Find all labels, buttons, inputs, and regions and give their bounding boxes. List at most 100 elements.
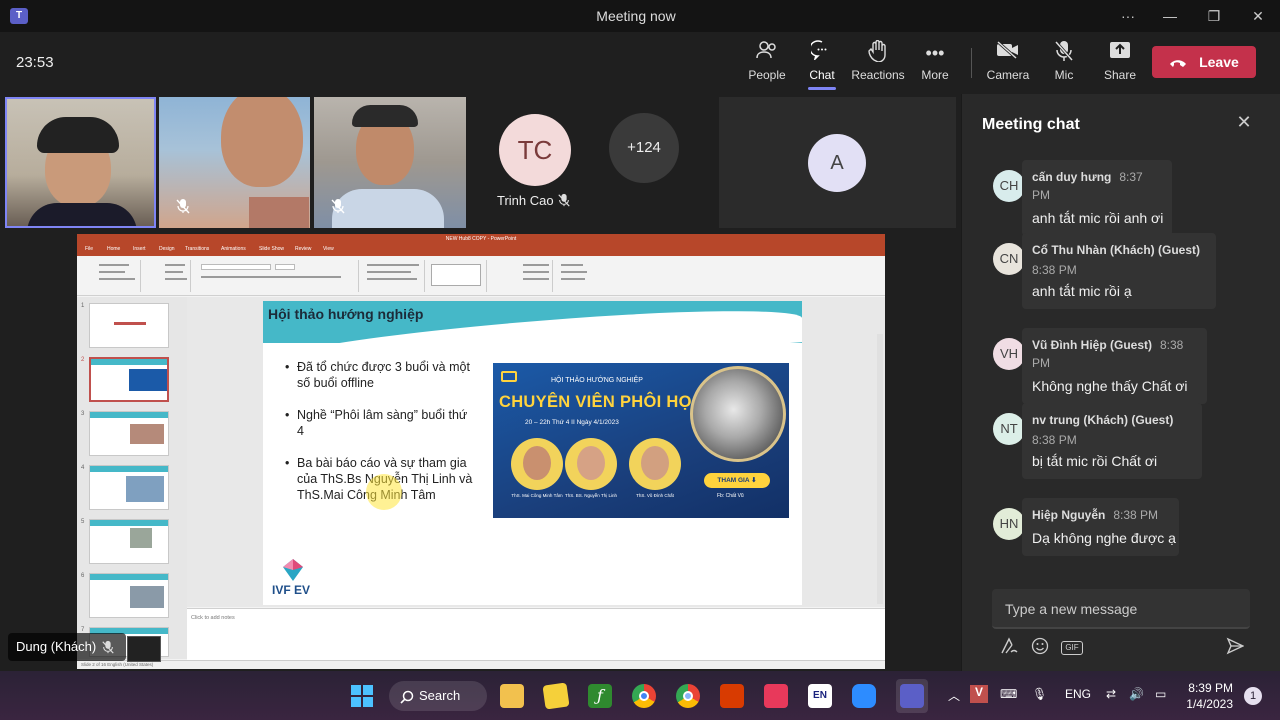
leave-button[interactable]: Leave	[1152, 46, 1256, 78]
battery-icon[interactable]: ▭	[1155, 687, 1166, 701]
system-clock[interactable]: 8:39 PM 1/4/2023	[1185, 680, 1233, 712]
embryo-image	[690, 366, 786, 462]
message-text: anh tắt mic rồi ạ	[1032, 283, 1132, 299]
poster-title: CHUYÊN VIÊN PHÔI HỌC	[499, 393, 704, 411]
chat-compose-box[interactable]: Type a new message	[992, 589, 1250, 629]
slide-thumbnail[interactable]	[89, 411, 169, 456]
video-tile-active-speaker[interactable]	[5, 97, 156, 228]
minimize-button[interactable]: —	[1152, 4, 1188, 28]
arrow-down-icon: ⬇	[751, 477, 757, 484]
people-icon	[737, 40, 797, 66]
message-bubble: Hiệp Nguyễn 8:38 PM Dạ không nghe được ạ	[1022, 498, 1179, 556]
message-bubble: nv trung (Khách) (Guest) 8:38 PM bị tắt …	[1022, 403, 1202, 479]
format-icon[interactable]	[998, 637, 1020, 657]
video-tile-participant[interactable]	[159, 97, 310, 228]
gif-icon[interactable]: GIF	[1061, 641, 1083, 655]
emoji-icon[interactable]	[1029, 637, 1051, 657]
app-tray-icon[interactable]: V	[970, 685, 988, 703]
camera-button[interactable]: Camera	[978, 40, 1038, 90]
close-window-button[interactable]: ✕	[1240, 4, 1276, 28]
windows-taskbar: Search ƒ EN ︿ V ⌨ 🎙 ENG ⇄ 🔊 ▭ 8:39 PM 1/…	[0, 671, 1280, 720]
chat-active-indicator	[808, 87, 836, 90]
more-options-icon[interactable]: ···	[1110, 4, 1146, 28]
people-button[interactable]: People	[737, 40, 797, 90]
meeting-timer: 23:53	[16, 54, 54, 71]
volume-icon[interactable]: 🔊	[1129, 687, 1144, 701]
more-icon: •••	[925, 43, 945, 63]
video-tile-participant[interactable]	[314, 97, 466, 228]
message-text: Dạ không nghe được ạ	[1032, 530, 1176, 546]
slide-thumbnail-selected[interactable]	[89, 357, 169, 402]
pp-tab: Slide Show	[259, 246, 285, 252]
facebook-handle: Fb: Chất Vũ	[717, 493, 744, 499]
teams-icon[interactable]	[900, 684, 924, 708]
zoom-icon[interactable]	[852, 684, 876, 708]
ribbon-group-arrange	[489, 260, 553, 292]
input-language[interactable]: ENG	[1065, 687, 1091, 701]
dictionary-app-icon[interactable]: EN	[808, 684, 832, 708]
avatar: VH	[993, 338, 1025, 370]
ribbon-group-clipboard	[81, 260, 141, 292]
photos-app-icon[interactable]	[764, 684, 788, 708]
message-bubble: cấn duy hưng 8:37 PM anh tắt mic rồi anh …	[1022, 160, 1172, 236]
mic-button[interactable]: Mic	[1034, 40, 1094, 90]
slide-thumbnails: 1 2 3 4 5 6 7	[77, 297, 187, 659]
compose-placeholder: Type a new message	[1005, 601, 1138, 617]
slide-number: 3	[81, 411, 85, 417]
participant-shirt	[27, 203, 137, 226]
chrome-icon[interactable]	[632, 684, 656, 708]
more-participants-button[interactable]: +124	[609, 113, 679, 183]
pp-tab: File	[85, 246, 94, 252]
meeting-chat-panel: Meeting chat ✕ CH cấn duy hưng 8:37 PM an…	[961, 94, 1280, 671]
slide-thumbnail[interactable]	[89, 573, 169, 618]
formula-app-icon[interactable]: ƒ	[588, 684, 612, 708]
microphone-icon[interactable]: 🎙	[1032, 687, 1047, 701]
ribbon-group-drawing-shapes	[427, 260, 487, 292]
notification-badge[interactable]: 1	[1244, 687, 1262, 705]
share-icon	[1090, 40, 1150, 66]
speaker-caption: ThS. Mai Công Minh Tâm	[511, 493, 563, 498]
poster-date: 20 – 22h Thứ 4 II Ngày 4/1/2023	[525, 419, 619, 426]
close-chat-icon[interactable]: ✕	[1234, 112, 1254, 132]
speaker-caption: ThS. BS. Nguyễn Thị Linh	[565, 493, 617, 498]
avatar: CN	[993, 243, 1025, 275]
slide-thumbnail[interactable]	[89, 303, 169, 348]
slide-thumbnail[interactable]	[89, 519, 169, 564]
slide-bullet: Nghề “Phôi lâm sàng” buổi thứ 4	[285, 407, 475, 439]
pp-tab: Animations	[221, 246, 246, 252]
powerpoint-title: NEW Hub8 COPY - PowerPoint	[77, 234, 885, 244]
powerpoint-ribbon-tabs: File Home Insert Design Transitions Anim…	[77, 244, 885, 256]
reactions-button[interactable]: Reactions	[848, 39, 908, 90]
notes-placeholder: Click to add notes	[191, 615, 235, 621]
keyboard-icon[interactable]: ⌨	[1000, 687, 1017, 701]
clock-date: 1/4/2023	[1186, 697, 1233, 711]
clock-time: 8:39 PM	[1188, 681, 1233, 695]
taskbar-search[interactable]: Search	[389, 681, 487, 711]
avatar-trinh-cao[interactable]: TC	[499, 114, 571, 186]
message-bubble: Vũ Đình Hiệp (Guest) 8:38 PM Không nghe t…	[1022, 328, 1207, 404]
slide-notes[interactable]: Click to add notes	[187, 608, 885, 660]
windows-start-icon[interactable]	[350, 684, 374, 708]
chat-button[interactable]: Chat	[792, 40, 852, 90]
window-title: Meeting now	[596, 8, 676, 24]
sticky-notes-icon[interactable]	[542, 682, 570, 710]
slide-scrollbar[interactable]	[877, 334, 883, 604]
share-button[interactable]: Share	[1090, 40, 1150, 90]
office-icon[interactable]	[720, 684, 744, 708]
message-time: 8:38 PM	[1032, 433, 1077, 447]
pp-tab: Home	[107, 246, 121, 252]
ivf-ev-logo-text: IVF EV	[272, 583, 311, 597]
slide-thumbnail[interactable]	[89, 465, 169, 510]
network-icon[interactable]: ⇄	[1106, 687, 1116, 701]
muted-mic-icon	[175, 198, 195, 218]
more-label: More	[921, 68, 949, 82]
sender-name: cấn duy hưng	[1032, 170, 1112, 184]
chevron-up-icon[interactable]: ︿	[948, 687, 960, 704]
more-button[interactable]: ••• More	[905, 40, 965, 90]
chrome-profile-icon[interactable]	[676, 684, 700, 708]
participant-body	[249, 197, 309, 228]
send-icon[interactable]	[1224, 637, 1246, 657]
avatar: CH	[993, 170, 1025, 202]
file-explorer-icon[interactable]	[500, 684, 524, 708]
restore-button[interactable]: ❐	[1196, 4, 1232, 28]
